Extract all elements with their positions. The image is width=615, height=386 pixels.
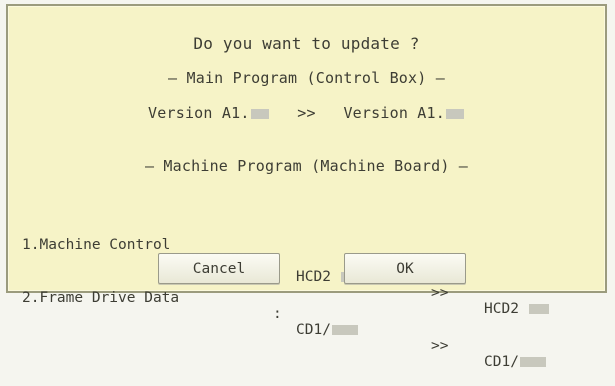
- update-arrow: >>: [431, 338, 449, 354]
- current-version: CD1/: [296, 322, 359, 338]
- current-version-prefix: CD1/: [296, 322, 331, 338]
- program-name: 1.Machine Control: [22, 237, 171, 253]
- machine-program-row: 2.Frame Drive Data : CD1/ >> CD1/: [22, 274, 597, 370]
- new-version-prefix: HCD2: [484, 301, 519, 317]
- current-main-version: Version A1.: [148, 104, 270, 122]
- redacted-version-digits: [528, 304, 549, 314]
- redacted-version-digits: [519, 357, 546, 367]
- machine-program-row: 1.Machine Control : HCD2 >> HCD2: [22, 221, 597, 317]
- current-main-version-prefix: Version A1.: [148, 104, 250, 122]
- new-main-version-prefix: Version A1.: [343, 104, 445, 122]
- new-version: HCD2: [484, 301, 550, 317]
- program-name: 2.Frame Drive Data: [22, 290, 180, 306]
- redacted-version-digits: [331, 325, 358, 335]
- ok-button[interactable]: OK: [344, 253, 466, 284]
- update-dialog: Do you want to update ? — Main Program (…: [6, 4, 607, 370]
- cancel-button[interactable]: Cancel: [158, 253, 280, 284]
- main-program-versions: Version A1. >> Version A1.: [8, 104, 605, 122]
- new-main-version: Version A1.: [343, 104, 465, 122]
- machine-program-heading: — Machine Program (Machine Board) —: [144, 157, 469, 175]
- new-version-prefix: CD1/: [484, 354, 519, 370]
- new-version: CD1/: [484, 354, 547, 370]
- machine-program-table: 1.Machine Control : HCD2 >> HCD2 2.Frame…: [22, 189, 597, 370]
- update-arrow: >>: [297, 104, 316, 122]
- main-program-heading: — Main Program (Control Box) —: [168, 69, 445, 87]
- update-prompt: Do you want to update ?: [193, 34, 420, 53]
- separator: :: [273, 306, 282, 322]
- redacted-version-digits: [445, 109, 464, 119]
- redacted-version-digits: [250, 109, 269, 119]
